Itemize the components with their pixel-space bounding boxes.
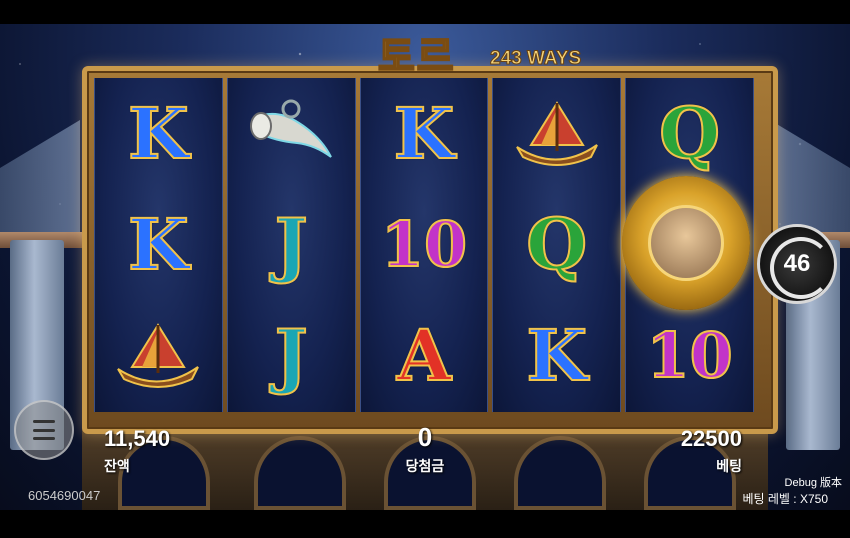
symbol-q: Q (525, 202, 588, 286)
symbol-a: A (396, 314, 452, 398)
symbol-10: 10 (645, 319, 733, 393)
reel-cell: K (493, 301, 620, 412)
symbol-k: K (127, 202, 190, 286)
reel-cell: Q (626, 78, 753, 189)
reel-cell (228, 78, 355, 189)
symbol-10: 10 (380, 207, 468, 281)
reel-cell: Q (493, 189, 620, 300)
reel-cell: K (361, 78, 488, 189)
reel-4: QK (492, 78, 622, 412)
symbol-k: K (393, 91, 456, 175)
autospin-count: 46 (783, 250, 811, 277)
game-title: 토르 (377, 33, 456, 81)
thor-face-icon (648, 205, 724, 281)
letterbox-top (0, 0, 850, 24)
letterbox-bottom (0, 510, 850, 538)
reel-cell (95, 301, 222, 412)
viking-ship-icon (515, 100, 598, 166)
ways-label: 243 WAYS (489, 48, 582, 70)
reel-cell: K (95, 78, 222, 189)
spin-button[interactable]: 46 (757, 224, 837, 304)
wild-thor-symbol (622, 176, 750, 310)
reel-cell: 10 (361, 189, 488, 300)
bet-label: 베팅 (716, 458, 742, 474)
reel-cell: J (228, 301, 355, 412)
reel-cell (493, 78, 620, 189)
debug-label: Debug 版本 (784, 477, 842, 489)
symbol-j: J (274, 202, 309, 286)
reel-cell: K (95, 189, 222, 300)
reel-1: KK (94, 78, 223, 412)
game-stage: K K J J K 10 A Q K Q 10 토르 243 WAYS 46 11,540 잔액 0… (0, 0, 850, 538)
session-id: 6054690047 (28, 488, 101, 503)
bet-value[interactable]: 22500 (681, 426, 742, 452)
reel-2: JJ (226, 78, 356, 412)
viking-ship-icon (117, 323, 200, 389)
bet-level-label: 베팅 레벨 : X750 (742, 492, 828, 506)
reel-cell: J (228, 189, 355, 300)
reel-cell: A (361, 301, 488, 412)
symbol-k: K (127, 91, 190, 175)
symbol-j: J (274, 314, 309, 398)
symbol-k: K (525, 314, 588, 398)
drinking-horn-icon (250, 99, 333, 158)
reel-3: K 10 A (359, 78, 489, 412)
reel-cell: 10 (626, 301, 753, 412)
symbol-q: Q (658, 91, 721, 175)
